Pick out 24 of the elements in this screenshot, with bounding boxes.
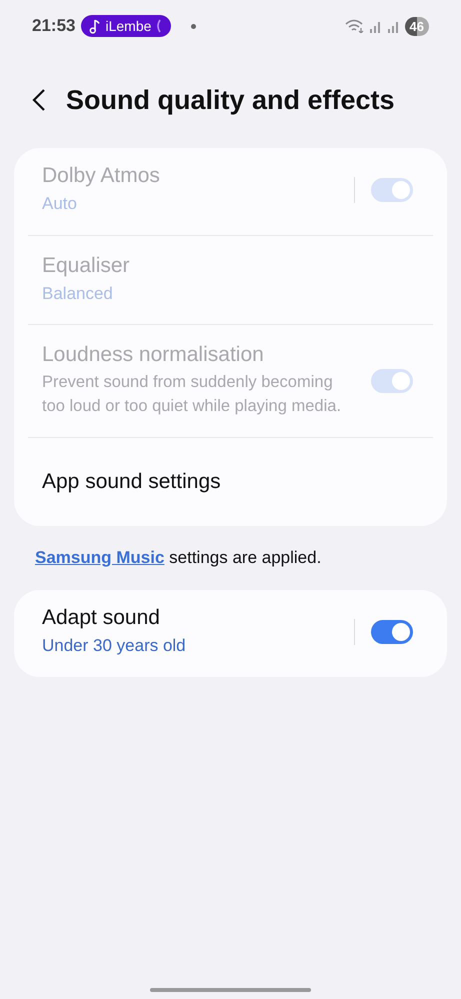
setting-title: Loudness normalisation (42, 343, 265, 368)
music-note-icon (89, 18, 102, 34)
sound-wave-icon (155, 19, 162, 33)
signal-icon (368, 20, 383, 32)
samsung-music-link[interactable]: Samsung Music (35, 548, 164, 568)
setting-title: Adapt sound (42, 606, 161, 630)
setting-value: Under 30 years old (42, 635, 187, 658)
back-button[interactable] (32, 88, 46, 112)
media-pill[interactable]: iLembe (81, 15, 172, 37)
notification-dot (191, 24, 196, 28)
setting-title: Dolby Atmos (42, 164, 161, 188)
setting-title: App sound settings (42, 470, 222, 494)
signal-icon (386, 20, 401, 32)
battery-level: 46 (404, 16, 429, 36)
clock-time: 21:53 (32, 16, 76, 36)
setting-value: Balanced (42, 282, 114, 305)
setting-value: Auto (42, 193, 78, 215)
home-indicator[interactable] (150, 988, 311, 992)
setting-title: Equaliser (42, 254, 131, 278)
applied-settings-note: Samsung Music settings are applied. (35, 548, 322, 568)
toggle-switch[interactable] (371, 620, 413, 644)
page-title: Sound quality and effects (66, 84, 395, 116)
wifi-icon (344, 19, 365, 33)
setting-description: Prevent sound from suddenly becoming too loud or too quiet while playing media. (42, 372, 342, 418)
